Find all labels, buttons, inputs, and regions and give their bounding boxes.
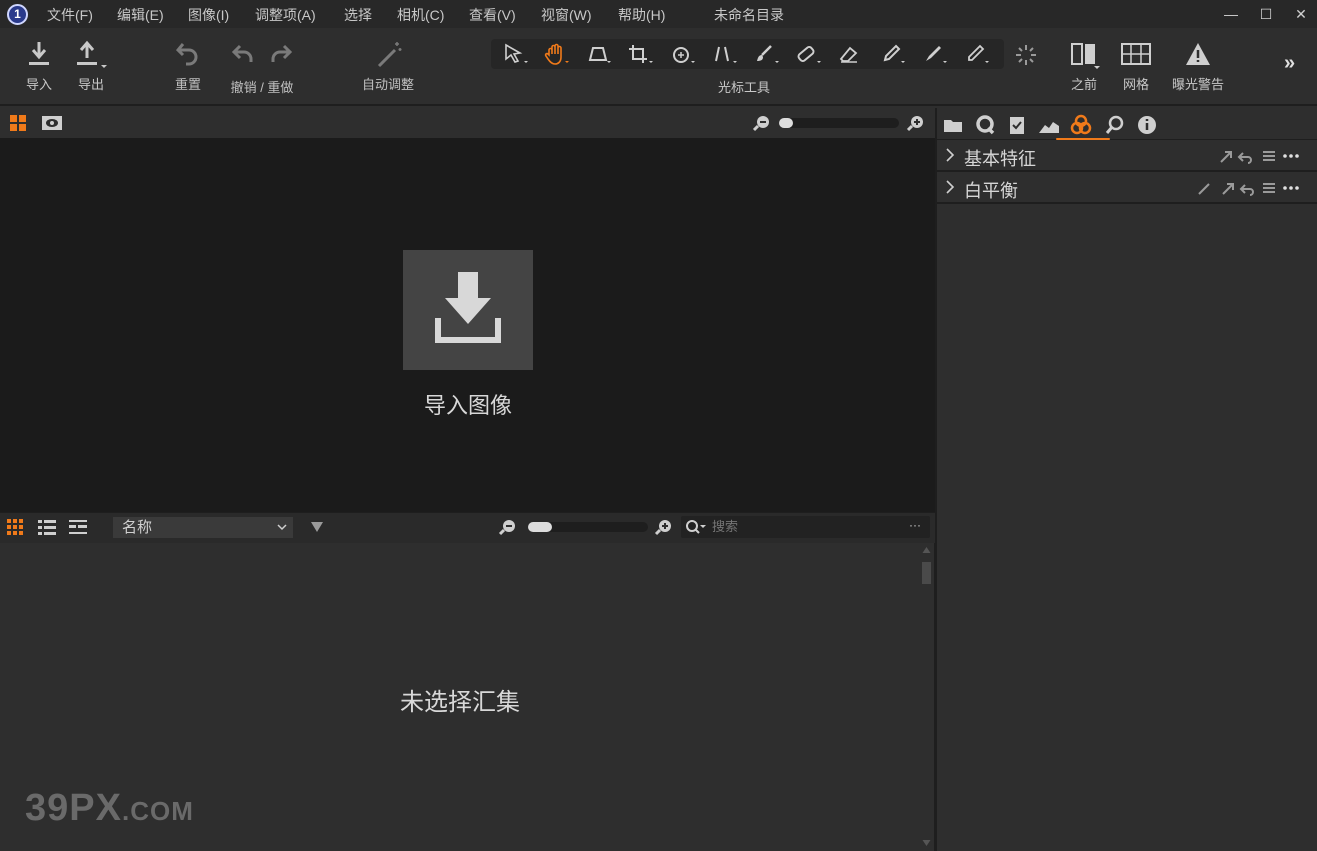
exposure-warning-button[interactable]: 曝光警告 bbox=[1166, 40, 1230, 98]
exposure-warning-label: 曝光警告 bbox=[1171, 77, 1224, 92]
chevron-right-icon[interactable] bbox=[945, 180, 955, 194]
menu-camera[interactable]: 相机(C) bbox=[397, 5, 444, 25]
crop-icon[interactable] bbox=[627, 43, 655, 65]
keystone-icon[interactable] bbox=[585, 43, 613, 65]
toolbar-overflow-button[interactable]: » bbox=[1284, 52, 1295, 75]
browser-zoom-slider[interactable] bbox=[528, 522, 648, 532]
menu-adjustments[interactable]: 调整项(A) bbox=[255, 5, 316, 25]
filmstrip-view-icon[interactable] bbox=[69, 519, 87, 535]
select-arrow-icon[interactable] bbox=[502, 43, 530, 65]
zoom-in-icon[interactable] bbox=[906, 114, 926, 132]
library-folder-icon[interactable] bbox=[942, 114, 964, 136]
browser-zoom-out-icon[interactable] bbox=[498, 518, 518, 536]
reset-button[interactable]: 重置 bbox=[158, 40, 218, 98]
before-label: 之前 bbox=[1070, 77, 1097, 92]
auto-adjust-button[interactable]: 自动调整 bbox=[356, 40, 420, 98]
import-button[interactable]: 导入 bbox=[9, 40, 69, 98]
filter-icon[interactable] bbox=[310, 520, 324, 534]
clipboard-check-icon[interactable] bbox=[1006, 114, 1028, 136]
tool-row-white-balance[interactable]: 白平衡 bbox=[937, 172, 1317, 204]
brush-icon[interactable] bbox=[753, 43, 781, 65]
chevron-right-icon[interactable] bbox=[945, 148, 955, 162]
tool-row-actions bbox=[1197, 180, 1307, 196]
eraser-icon[interactable] bbox=[837, 43, 865, 65]
viewer-zoom-fill bbox=[779, 118, 794, 128]
details-search-icon[interactable] bbox=[1104, 114, 1126, 136]
cursor-tools-label: 光标工具 bbox=[718, 80, 771, 95]
import-label: 导入 bbox=[25, 77, 52, 92]
import-icon bbox=[29, 42, 49, 65]
minimize-button[interactable]: — bbox=[1214, 3, 1248, 25]
watermark-logo: 39PX.COM bbox=[25, 787, 194, 829]
grid-icon bbox=[1121, 43, 1151, 65]
import-images-button[interactable] bbox=[403, 250, 533, 370]
lens-correction-icon[interactable] bbox=[711, 43, 739, 65]
redo-icon[interactable] bbox=[268, 40, 294, 70]
tool-row-basic-characteristics[interactable]: 基本特征 bbox=[937, 140, 1317, 172]
before-after-icon bbox=[1071, 43, 1100, 69]
zoom-out-icon[interactable] bbox=[752, 114, 772, 132]
tools-panel-body bbox=[937, 204, 1317, 851]
capture-q-icon[interactable] bbox=[974, 114, 996, 136]
grid-button[interactable]: 网格 bbox=[1106, 40, 1166, 98]
export-label: 导出 bbox=[77, 77, 104, 92]
metadata-info-icon[interactable] bbox=[1136, 114, 1158, 136]
sort-by-select[interactable]: 名称 bbox=[113, 517, 293, 538]
search-icon[interactable] bbox=[685, 519, 707, 535]
export-icon bbox=[77, 40, 107, 68]
download-tray-icon bbox=[435, 272, 501, 343]
window-title: 未命名目录 bbox=[714, 7, 784, 23]
menu-window[interactable]: 视窗(W) bbox=[541, 5, 592, 25]
color-picker-icon[interactable] bbox=[879, 43, 907, 65]
thumbnail-grid-icon[interactable] bbox=[7, 519, 25, 535]
sort-by-value: 名称 bbox=[122, 519, 153, 536]
reset-label: 重置 bbox=[174, 77, 201, 92]
menu-file[interactable]: 文件(F) bbox=[47, 5, 93, 25]
tool-row-label: 基本特征 bbox=[964, 149, 1036, 169]
import-images-label[interactable]: 导入图像 bbox=[403, 388, 533, 420]
rotate-icon[interactable] bbox=[669, 43, 697, 65]
undo-redo-group: 撤销 / 重做 bbox=[222, 40, 302, 98]
browser-zoom-in-icon[interactable] bbox=[654, 518, 674, 536]
list-view-icon[interactable] bbox=[38, 519, 56, 535]
menu-view[interactable]: 查看(V) bbox=[469, 5, 516, 25]
color-circles-icon[interactable] bbox=[1070, 114, 1092, 136]
viewer-zoom-slider[interactable] bbox=[779, 118, 899, 128]
browser-zoom-fill bbox=[528, 522, 552, 532]
hand-pan-icon[interactable] bbox=[543, 43, 571, 65]
eye-preview-icon[interactable] bbox=[41, 114, 63, 132]
magic-wand-icon bbox=[377, 42, 402, 68]
search-input[interactable] bbox=[712, 519, 892, 534]
grid-label: 网格 bbox=[1122, 77, 1149, 92]
undo-icon[interactable] bbox=[230, 40, 256, 70]
loading-spinner-icon bbox=[1016, 45, 1036, 65]
tool-row-actions bbox=[1219, 148, 1307, 164]
app-logo-icon: 1 bbox=[7, 4, 28, 25]
browser-scrollbar[interactable] bbox=[920, 545, 933, 849]
menu-help[interactable]: 帮助(H) bbox=[618, 5, 665, 25]
search-options-button[interactable]: ··· bbox=[909, 518, 921, 532]
auto-adjust-label: 自动调整 bbox=[361, 77, 414, 92]
undo-redo-label: 撤销 / 重做 bbox=[230, 80, 294, 95]
warning-triangle-icon bbox=[1186, 43, 1210, 65]
heal-bandage-icon[interactable] bbox=[795, 43, 823, 65]
reset-icon bbox=[175, 43, 198, 66]
export-button[interactable]: 导出 bbox=[61, 40, 121, 98]
menu-edit[interactable]: 编辑(E) bbox=[117, 5, 164, 25]
empty-collection-message: 未选择汇集 bbox=[400, 689, 520, 716]
menu-select[interactable]: 选择 bbox=[344, 5, 372, 25]
grid-view-icon[interactable] bbox=[9, 114, 27, 132]
annotation-pen-icon[interactable] bbox=[963, 43, 991, 65]
before-button[interactable]: 之前 bbox=[1054, 40, 1114, 98]
maximize-button[interactable]: ☐ bbox=[1249, 3, 1283, 25]
menu-image[interactable]: 图像(I) bbox=[188, 5, 229, 25]
picker-fill-icon[interactable] bbox=[921, 43, 949, 65]
chevron-down-icon bbox=[277, 524, 287, 531]
tool-row-label: 白平衡 bbox=[964, 181, 1018, 201]
close-button[interactable]: ✕ bbox=[1284, 3, 1317, 25]
exposure-histogram-icon[interactable] bbox=[1038, 114, 1060, 136]
